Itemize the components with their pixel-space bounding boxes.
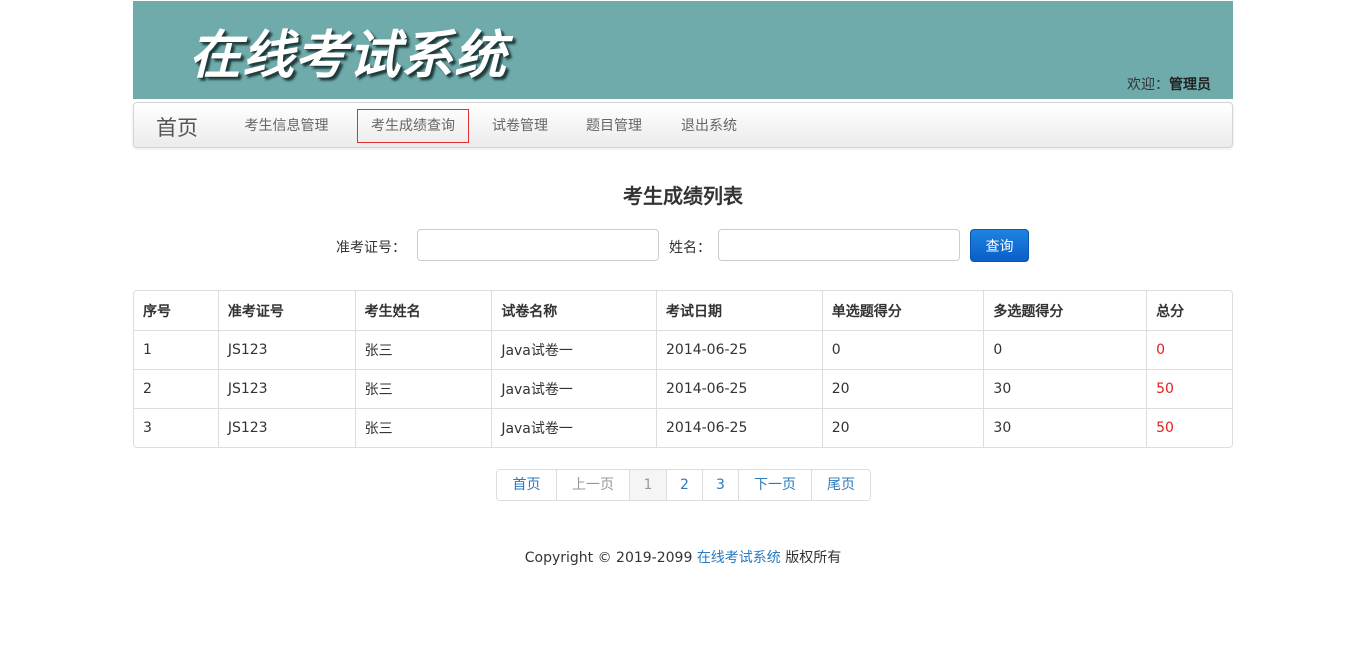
table-row: 1 JS123 张三 Java试卷一 2014-06-25 0 0 0 xyxy=(134,330,1232,369)
cell-single-choice-score: 20 xyxy=(821,408,984,447)
cell-index: 1 xyxy=(134,330,218,369)
cell-multi-choice-score: 30 xyxy=(983,408,1147,447)
cell-index: 3 xyxy=(134,408,218,447)
cell-total-score: 50 xyxy=(1146,408,1232,447)
cell-exam-date: 2014-06-25 xyxy=(656,330,822,369)
col-header-exam-id: 准考证号 xyxy=(217,291,355,330)
page-number-link[interactable]: 3 xyxy=(702,470,738,500)
cell-paper-name: Java试卷一 xyxy=(491,330,656,369)
cell-index: 2 xyxy=(134,369,218,408)
nav-item-question-management[interactable]: 题目管理 xyxy=(583,109,645,143)
nav-item-paper-management[interactable]: 试卷管理 xyxy=(489,109,551,143)
page-title: 考生成绩列表 xyxy=(623,184,743,208)
footer-copyright: Copyright © 2019-2099 xyxy=(524,550,693,566)
cell-total-score: 50 xyxy=(1146,369,1232,408)
table-row: 2 JS123 张三 Java试卷一 2014-06-25 20 30 50 xyxy=(134,369,1232,408)
table-row: 3 JS123 张三 Java试卷一 2014-06-25 20 30 50 xyxy=(134,408,1232,447)
page-number-link[interactable]: 2 xyxy=(666,470,702,500)
cell-multi-choice-score: 0 xyxy=(983,330,1147,369)
col-header-paper-name: 试卷名称 xyxy=(491,291,656,330)
page-last-link[interactable]: 尾页 xyxy=(811,470,870,500)
page-next-link[interactable]: 下一页 xyxy=(738,470,811,500)
cell-student-name: 张三 xyxy=(354,330,492,369)
nav-item-score-query[interactable]: 考生成绩查询 xyxy=(357,109,469,143)
cell-total-score: 0 xyxy=(1146,330,1232,369)
welcome-message: 欢迎：管理员 xyxy=(1127,74,1211,94)
cell-exam-date: 2014-06-25 xyxy=(656,408,822,447)
footer-rights: 版权所有 xyxy=(785,550,842,566)
col-header-total-score: 总分 xyxy=(1146,291,1232,330)
cell-paper-name: Java试卷一 xyxy=(491,408,656,447)
name-label: 姓名： xyxy=(669,240,711,256)
logo-text: 在线考试系统 xyxy=(189,25,508,86)
cell-student-name: 张三 xyxy=(354,408,492,447)
cell-exam-id: JS123 xyxy=(217,369,355,408)
col-header-single-choice-score: 单选题得分 xyxy=(821,291,984,330)
welcome-prefix: 欢迎： xyxy=(1127,77,1169,93)
cell-single-choice-score: 0 xyxy=(821,330,984,369)
navbar: 首页 考生信息管理 考生成绩查询 试卷管理 题目管理 退出系统 xyxy=(133,102,1233,148)
nav-item-logout[interactable]: 退出系统 xyxy=(677,109,741,143)
footer-brand-link[interactable]: 在线考试系统 xyxy=(697,550,781,566)
col-header-student-name: 考生姓名 xyxy=(354,291,492,330)
current-user-name: 管理员 xyxy=(1169,77,1211,93)
pagination: 首页 上一页 1 2 3 下一页 尾页 xyxy=(496,469,871,501)
col-header-index: 序号 xyxy=(143,303,171,320)
cell-paper-name: Java试卷一 xyxy=(491,369,656,408)
cell-exam-id: JS123 xyxy=(217,408,355,447)
name-input[interactable] xyxy=(718,229,960,261)
nav-item-student-info[interactable]: 考生信息管理 xyxy=(238,109,335,143)
score-table: 序号 准考证号 考生姓名 试卷名称 考试日期 单选题得分 多选题得分 总分 1 … xyxy=(133,290,1233,448)
col-header-exam-date: 考试日期 xyxy=(656,291,822,330)
header-banner: 在线考试系统 欢迎：管理员 xyxy=(133,1,1233,99)
nav-home-brand[interactable]: 首页 xyxy=(156,112,198,142)
exam-id-label: 准考证号： xyxy=(336,240,406,256)
query-button[interactable]: 查询 xyxy=(970,229,1029,262)
page-number-current: 1 xyxy=(629,470,666,500)
footer: Copyright © 2019-2099 在线考试系统 版权所有 xyxy=(0,547,1366,567)
col-header-multi-choice-score: 多选题得分 xyxy=(983,291,1146,330)
cell-student-name: 张三 xyxy=(354,369,492,408)
page-first-link[interactable]: 首页 xyxy=(497,470,556,500)
table-header-row: 序号 准考证号 考生姓名 试卷名称 考试日期 单选题得分 多选题得分 总分 xyxy=(134,291,1232,330)
cell-multi-choice-score: 30 xyxy=(983,369,1147,408)
page-prev-link: 上一页 xyxy=(556,470,629,500)
exam-id-input[interactable] xyxy=(417,229,659,261)
cell-single-choice-score: 20 xyxy=(821,369,984,408)
cell-exam-id: JS123 xyxy=(217,330,355,369)
cell-exam-date: 2014-06-25 xyxy=(656,369,822,408)
